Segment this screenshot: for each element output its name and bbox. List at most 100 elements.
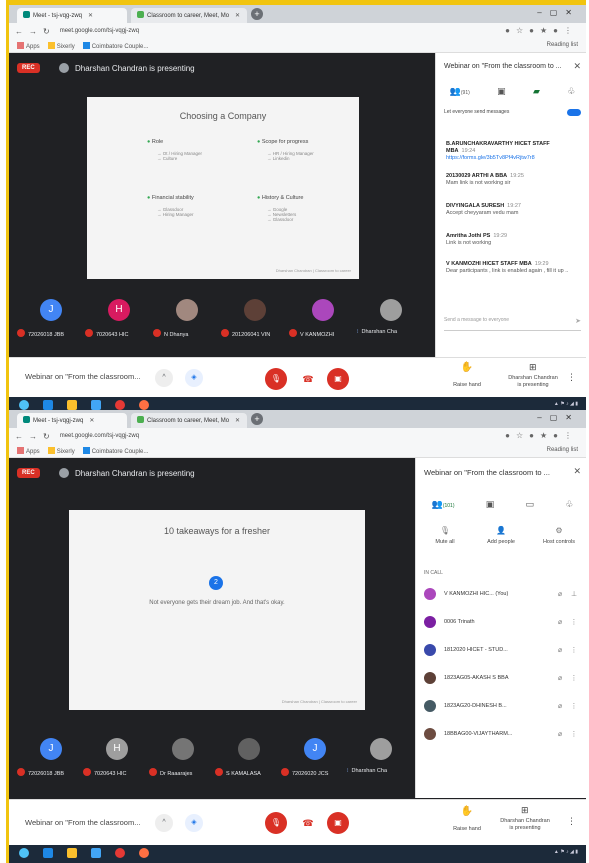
system-tray[interactable]: ▲ ⚑ ♪ ◢ ▮	[554, 849, 578, 855]
close-tab-icon[interactable]: ✕	[88, 13, 93, 19]
participant-tile[interactable]: 201206041 VIN	[221, 299, 289, 338]
tab-classroom[interactable]: Classroom to career, Meet, Mo ✕	[131, 413, 247, 428]
participant-tile[interactable]: J 72026020 JCS	[281, 738, 349, 777]
tab-people[interactable]: 👥(91)	[450, 86, 470, 97]
more-options-icon[interactable]: ⋮	[567, 618, 581, 626]
host-controls-button[interactable]: ⚙ Host controls	[532, 526, 586, 545]
reload-icon[interactable]: ↻	[43, 432, 50, 441]
bookmark-apps[interactable]: Apps	[17, 446, 40, 455]
close-tab-icon[interactable]: ✕	[89, 418, 94, 424]
more-options-icon[interactable]: ⋮	[567, 646, 581, 654]
system-tray[interactable]: ▲ ⚑ ♪ ◢ ▮	[554, 401, 578, 407]
participant-row[interactable]: V KANMOZHI HIC... (You) ⌀ ⊥	[424, 586, 581, 602]
bookmark-sixerly[interactable]: Sixerly	[47, 446, 75, 455]
participant-row[interactable]: 18BBAG00-VIJAYTHARM... ⌀ ⋮	[424, 726, 581, 742]
mic-off-icon[interactable]: ⌀	[553, 702, 567, 710]
raise-hand-icon[interactable]: ✋	[455, 362, 479, 373]
participant-tile[interactable]: V KANMOZHI	[289, 299, 357, 338]
windows-start-icon[interactable]	[19, 400, 29, 410]
folder-icon[interactable]	[67, 400, 77, 410]
more-options-icon[interactable]: ⋮	[567, 730, 581, 738]
presenting-label[interactable]: Dharshan Chandran is presenting	[495, 818, 555, 832]
participant-row[interactable]: 1823AG20-DHINESH B... ⌀ ⋮	[424, 698, 581, 714]
window-controls[interactable]: –▢✕	[537, 8, 580, 17]
chrome-icon[interactable]	[115, 400, 125, 410]
camera-off-icon[interactable]: ▣	[327, 368, 349, 390]
mic-off-icon[interactable]: 🎙	[265, 812, 287, 834]
reading-list[interactable]: Reading list	[547, 447, 578, 453]
store-icon[interactable]	[91, 848, 101, 858]
raise-hand-icon[interactable]: ✋	[455, 806, 479, 817]
expand-icon[interactable]: ^	[155, 814, 173, 832]
more-options-icon[interactable]: ⋮	[567, 674, 581, 682]
participant-tile[interactable]: ⁞ Dharshan Cha	[347, 738, 415, 774]
back-icon[interactable]: ←	[15, 27, 23, 36]
mute-all-button[interactable]: 🎙 Mute all	[420, 526, 470, 545]
extension-icons[interactable]: ●☆●★●⋮	[505, 26, 578, 35]
participant-tile[interactable]: H 7020643 HIC	[85, 299, 153, 338]
mic-off-icon[interactable]: ⌀	[553, 590, 567, 598]
meeting-name[interactable]: Webinar on "From the classroom...	[25, 818, 140, 827]
mic-off-icon[interactable]: ⌀	[553, 618, 567, 626]
more-options-icon[interactable]: ⋮	[567, 702, 581, 710]
window-controls[interactable]: –▢✕	[537, 413, 580, 422]
participant-row[interactable]: 1823AG05-AKASH S BBA ⌀ ⋮	[424, 670, 581, 686]
participant-tile[interactable]: J 72026018 JBB	[17, 299, 85, 338]
presenting-label[interactable]: Dharshan Chandran is presenting	[503, 375, 563, 389]
pin-icon[interactable]: ⊥	[567, 590, 581, 598]
reading-list[interactable]: Reading list	[547, 42, 578, 48]
reload-icon[interactable]: ↻	[43, 27, 50, 36]
chrome-icon[interactable]	[115, 848, 125, 858]
present-icon[interactable]: ⊞	[521, 805, 529, 816]
participant-tile[interactable]: Dr Raaarajes	[149, 738, 217, 777]
firefox-icon[interactable]	[139, 400, 149, 410]
chat-icon[interactable]: ▭	[526, 499, 535, 510]
send-icon[interactable]: ➤	[575, 317, 581, 325]
raise-hand-label[interactable]: Raise hand	[445, 826, 489, 833]
participant-row[interactable]: 1812020 HICET - STUD... ⌀ ⋮	[424, 642, 581, 658]
edge-icon[interactable]	[43, 848, 53, 858]
expand-icon[interactable]: ^	[155, 369, 173, 387]
mic-off-icon[interactable]: 🎙	[265, 368, 287, 390]
more-options-icon[interactable]: ⋮	[567, 372, 576, 383]
url-field[interactable]: meet.google.com/tsj-vqgj-zwq	[60, 28, 139, 34]
hang-up-icon[interactable]: ☎	[299, 814, 317, 832]
tab-classroom[interactable]: Classroom to career, Meet, Mo ✕	[131, 8, 247, 23]
tab-meet[interactable]: Meet - tsj-vqgj-zwq ✕	[17, 413, 127, 428]
mic-off-icon[interactable]: ⌀	[553, 730, 567, 738]
tab-people[interactable]: 👥(101)	[432, 499, 455, 510]
participant-row[interactable]: 0006 Trinath ⌀ ⋮	[424, 614, 581, 630]
edge-icon[interactable]	[43, 400, 53, 410]
bookmark-sixerly[interactable]: Sixerly	[47, 41, 75, 50]
chat-toggle-switch[interactable]	[567, 109, 581, 116]
shield-icon[interactable]: ◈	[185, 369, 203, 387]
close-icon[interactable]: ✕	[573, 466, 581, 477]
chat-icon[interactable]: ▰	[533, 86, 540, 97]
bookmark-coimbatore[interactable]: Coimbatore Couple...	[82, 446, 148, 455]
participant-tile[interactable]: J 72026018 JBB	[17, 738, 85, 777]
participant-tile[interactable]: ⁞ Dharshan Cha	[357, 299, 425, 335]
close-tab-icon[interactable]: ✕	[235, 13, 240, 19]
bookmark-coimbatore[interactable]: Coimbatore Couple...	[82, 41, 148, 50]
meeting-name[interactable]: Webinar on "From the classroom...	[25, 372, 140, 381]
mic-off-icon[interactable]: ⌀	[553, 646, 567, 654]
chat-input[interactable]: Send a message to everyone ➤	[444, 317, 581, 331]
more-options-icon[interactable]: ⋮	[567, 816, 576, 827]
forward-icon[interactable]: →	[29, 432, 37, 441]
shield-icon[interactable]: ◈	[185, 814, 203, 832]
participant-tile[interactable]: S KAMALASA	[215, 738, 283, 777]
participant-tile[interactable]: H 7020643 HIC	[83, 738, 151, 777]
participant-tile[interactable]: N Dhanya	[153, 299, 221, 338]
new-tab-icon[interactable]: +	[251, 8, 263, 20]
hang-up-icon[interactable]: ☎	[299, 370, 317, 388]
shapes-icon[interactable]: ♧	[567, 86, 575, 97]
add-people-button[interactable]: 👤 Add people	[476, 526, 526, 545]
raise-hand-label[interactable]: Raise hand	[445, 382, 489, 389]
forward-icon[interactable]: →	[29, 27, 37, 36]
bookmark-apps[interactable]: Apps	[17, 41, 40, 50]
activities-icon[interactable]: ▣	[486, 499, 495, 510]
url-field[interactable]: meet.google.com/tsj-vqgj-zwq	[60, 433, 139, 439]
folder-icon[interactable]	[67, 848, 77, 858]
present-icon[interactable]: ⊞	[529, 362, 537, 373]
close-tab-icon[interactable]: ✕	[235, 418, 240, 424]
